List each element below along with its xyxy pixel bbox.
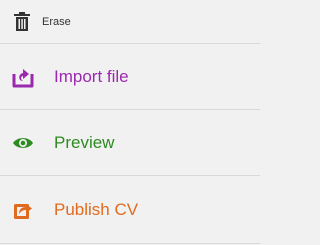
import-file-label: Import file bbox=[54, 66, 129, 86]
erase-label: Erase bbox=[42, 15, 71, 28]
eye-icon bbox=[12, 132, 34, 154]
preview-label: Preview bbox=[54, 132, 115, 152]
publish-cv-button[interactable]: Publish CV bbox=[0, 176, 260, 244]
publish-cv-label: Publish CV bbox=[54, 199, 139, 219]
action-menu: Erase Import file Preview Publish CV bbox=[0, 0, 260, 245]
preview-button[interactable]: Preview bbox=[0, 110, 260, 176]
import-file-button[interactable]: Import file bbox=[0, 44, 260, 110]
erase-button[interactable]: Erase bbox=[0, 0, 260, 44]
import-icon bbox=[12, 66, 34, 88]
share-icon bbox=[12, 199, 34, 221]
trash-icon bbox=[12, 11, 32, 32]
